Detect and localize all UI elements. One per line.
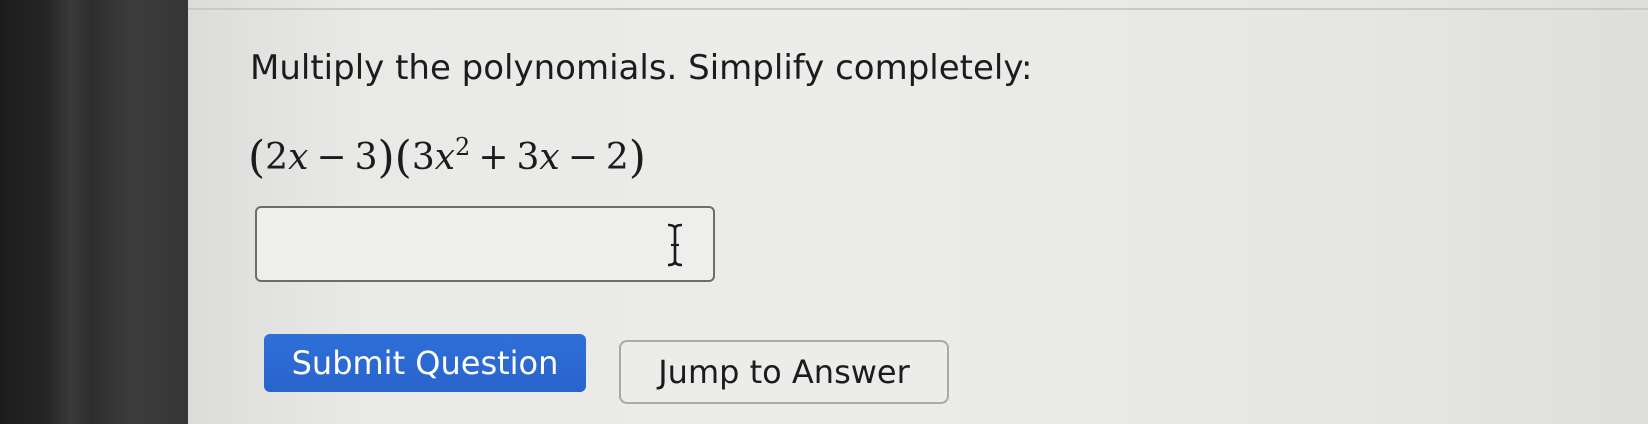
monitor-bezel — [0, 0, 190, 424]
question-instruction: Multiply the polynomials. Simplify compl… — [250, 48, 1033, 88]
answer-input-container[interactable] — [255, 206, 715, 282]
factor2-variable1: x — [434, 137, 456, 178]
factor2-operator1: + — [478, 137, 509, 178]
factor2-coefficient2: 3 — [516, 137, 540, 178]
factor2-constant: 2 — [605, 137, 629, 178]
paren-close: ) — [377, 132, 395, 183]
factor1-coefficient: 2 — [265, 137, 289, 178]
question-panel: Multiply the polynomials. Simplify compl… — [188, 0, 1648, 424]
factor2-exponent: 2 — [455, 133, 471, 161]
answer-input[interactable] — [257, 208, 713, 280]
factor2-operator2: − — [567, 137, 598, 178]
top-divider — [188, 8, 1648, 10]
factor1-constant: 3 — [354, 137, 378, 178]
paren-close: ) — [628, 132, 646, 183]
factor2-coefficient1: 3 — [411, 137, 435, 178]
submit-question-button[interactable]: Submit Question — [264, 334, 586, 392]
paren-open: ( — [248, 132, 266, 183]
factor1-variable: x — [288, 137, 309, 178]
polynomial-expression: (2x −3)(3x2 +3x −2) — [248, 133, 646, 180]
factor2-variable2: x — [539, 137, 560, 178]
paren-open: ( — [394, 132, 412, 183]
jump-to-answer-button[interactable]: Jump to Answer — [619, 340, 949, 404]
factor1-operator: − — [316, 137, 347, 178]
